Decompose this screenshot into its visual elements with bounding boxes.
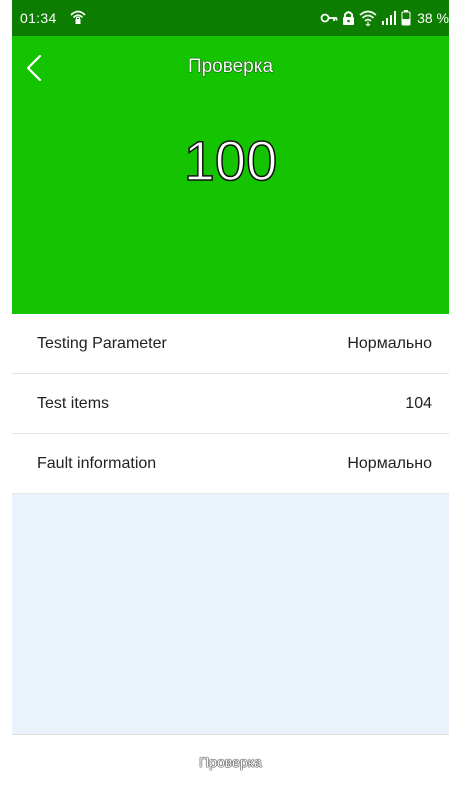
status-icons: 38 % bbox=[320, 9, 449, 27]
battery-icon bbox=[401, 10, 411, 26]
header: Проверка 100 bbox=[12, 36, 449, 314]
wifi-icon bbox=[359, 10, 377, 26]
lock-icon bbox=[342, 10, 355, 26]
info-label: Fault information bbox=[37, 454, 157, 472]
wifi-lock-icon bbox=[70, 9, 86, 25]
info-value: 104 bbox=[405, 394, 432, 412]
status-bar: 01:34 38 % bbox=[12, 0, 449, 36]
info-row-test-items: Test items 104 bbox=[12, 374, 449, 434]
info-label: Testing Parameter bbox=[37, 334, 167, 352]
page-title: Проверка bbox=[187, 56, 274, 77]
score-value: 100 bbox=[183, 128, 278, 193]
info-row-testing-parameter: Testing Parameter Нормально bbox=[12, 314, 449, 374]
info-list: Testing Parameter Нормально Test items 1… bbox=[12, 314, 449, 494]
app-screen: 01:34 38 % Проверка 100 Testing Paramete… bbox=[12, 0, 449, 788]
check-button[interactable]: Проверка bbox=[12, 735, 449, 788]
signal-icon bbox=[381, 10, 397, 26]
check-button-label: Проверка bbox=[199, 754, 262, 770]
info-value: Нормально bbox=[347, 334, 432, 352]
info-label: Test items bbox=[37, 394, 110, 412]
info-value: Нормально bbox=[347, 454, 432, 472]
key-icon bbox=[320, 11, 338, 25]
battery-percent: 38 % bbox=[417, 10, 449, 26]
info-row-fault-information: Fault information Нормально bbox=[12, 434, 449, 494]
bottom-bar: Проверка bbox=[12, 734, 449, 788]
status-time: 01:34 bbox=[20, 10, 57, 26]
